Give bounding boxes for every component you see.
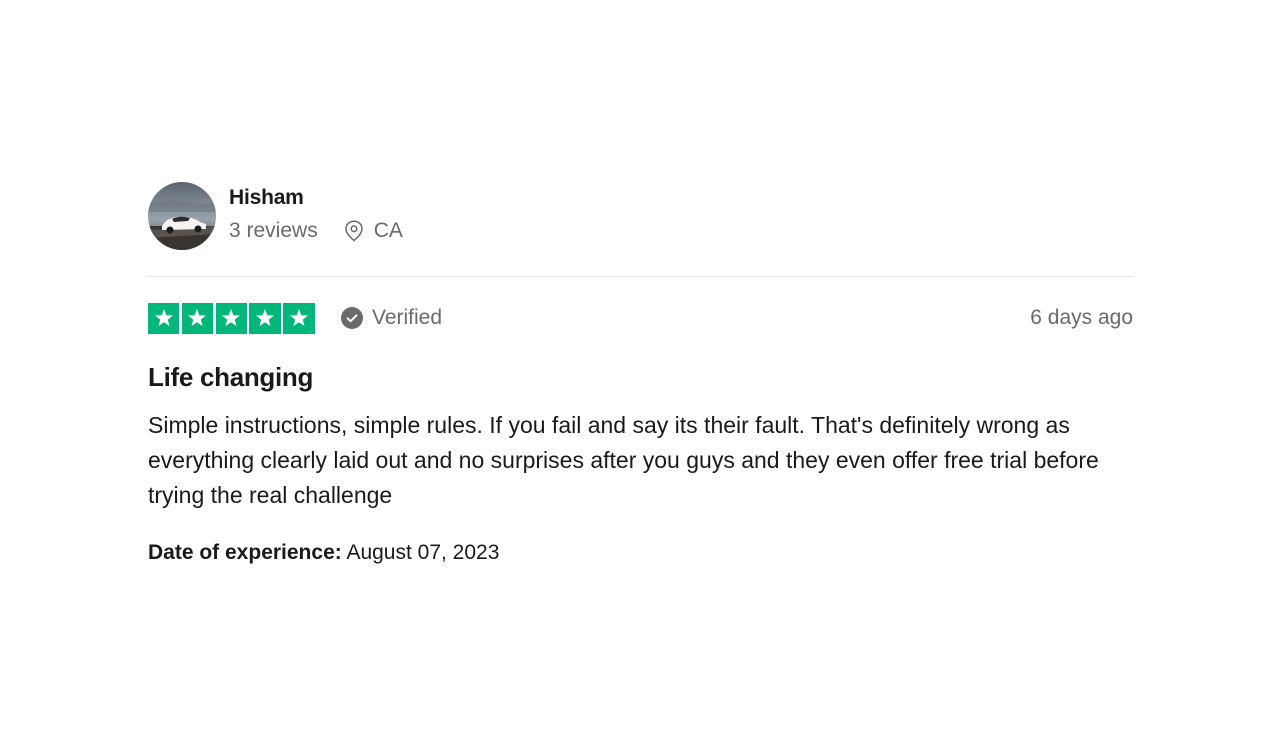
star-icon xyxy=(181,302,214,334)
consumer-meta: 3 reviews CA xyxy=(229,219,403,243)
divider xyxy=(148,276,1133,277)
review-card: Hisham 3 reviews CA Verified 6 days ago … xyxy=(148,182,1133,566)
consumer-location: CA xyxy=(344,219,403,243)
location-pin-icon xyxy=(344,220,363,242)
rating-row: Verified 6 days ago xyxy=(148,302,1133,334)
star-icon xyxy=(249,302,281,334)
consumer-info: Hisham 3 reviews CA xyxy=(229,182,403,243)
reviews-count: 3 reviews xyxy=(229,219,318,242)
star-icon xyxy=(148,302,180,334)
review-body: Simple instructions, simple rules. If yo… xyxy=(148,412,1099,508)
consumer-name[interactable]: Hisham xyxy=(229,186,403,210)
verified-label: Verified xyxy=(372,306,443,329)
star-icon xyxy=(283,302,315,334)
date-of-experience: Date of experience: August 07, 2023 xyxy=(148,540,1133,566)
verified-badge[interactable]: Verified xyxy=(341,306,442,330)
rating-left: Verified xyxy=(148,302,442,334)
review-title[interactable]: Life changing xyxy=(148,361,1133,393)
star-icon xyxy=(215,302,247,334)
review-posted-date: 6 days ago xyxy=(1030,306,1133,329)
star-rating xyxy=(148,302,315,334)
consumer-header: Hisham 3 reviews CA xyxy=(148,182,1133,250)
experience-date: August 07, 2023 xyxy=(346,541,500,564)
location-label: CA xyxy=(373,219,403,242)
avatar[interactable] xyxy=(148,182,216,250)
experience-label: Date of experience: xyxy=(148,541,342,564)
check-circle-icon xyxy=(341,307,363,329)
